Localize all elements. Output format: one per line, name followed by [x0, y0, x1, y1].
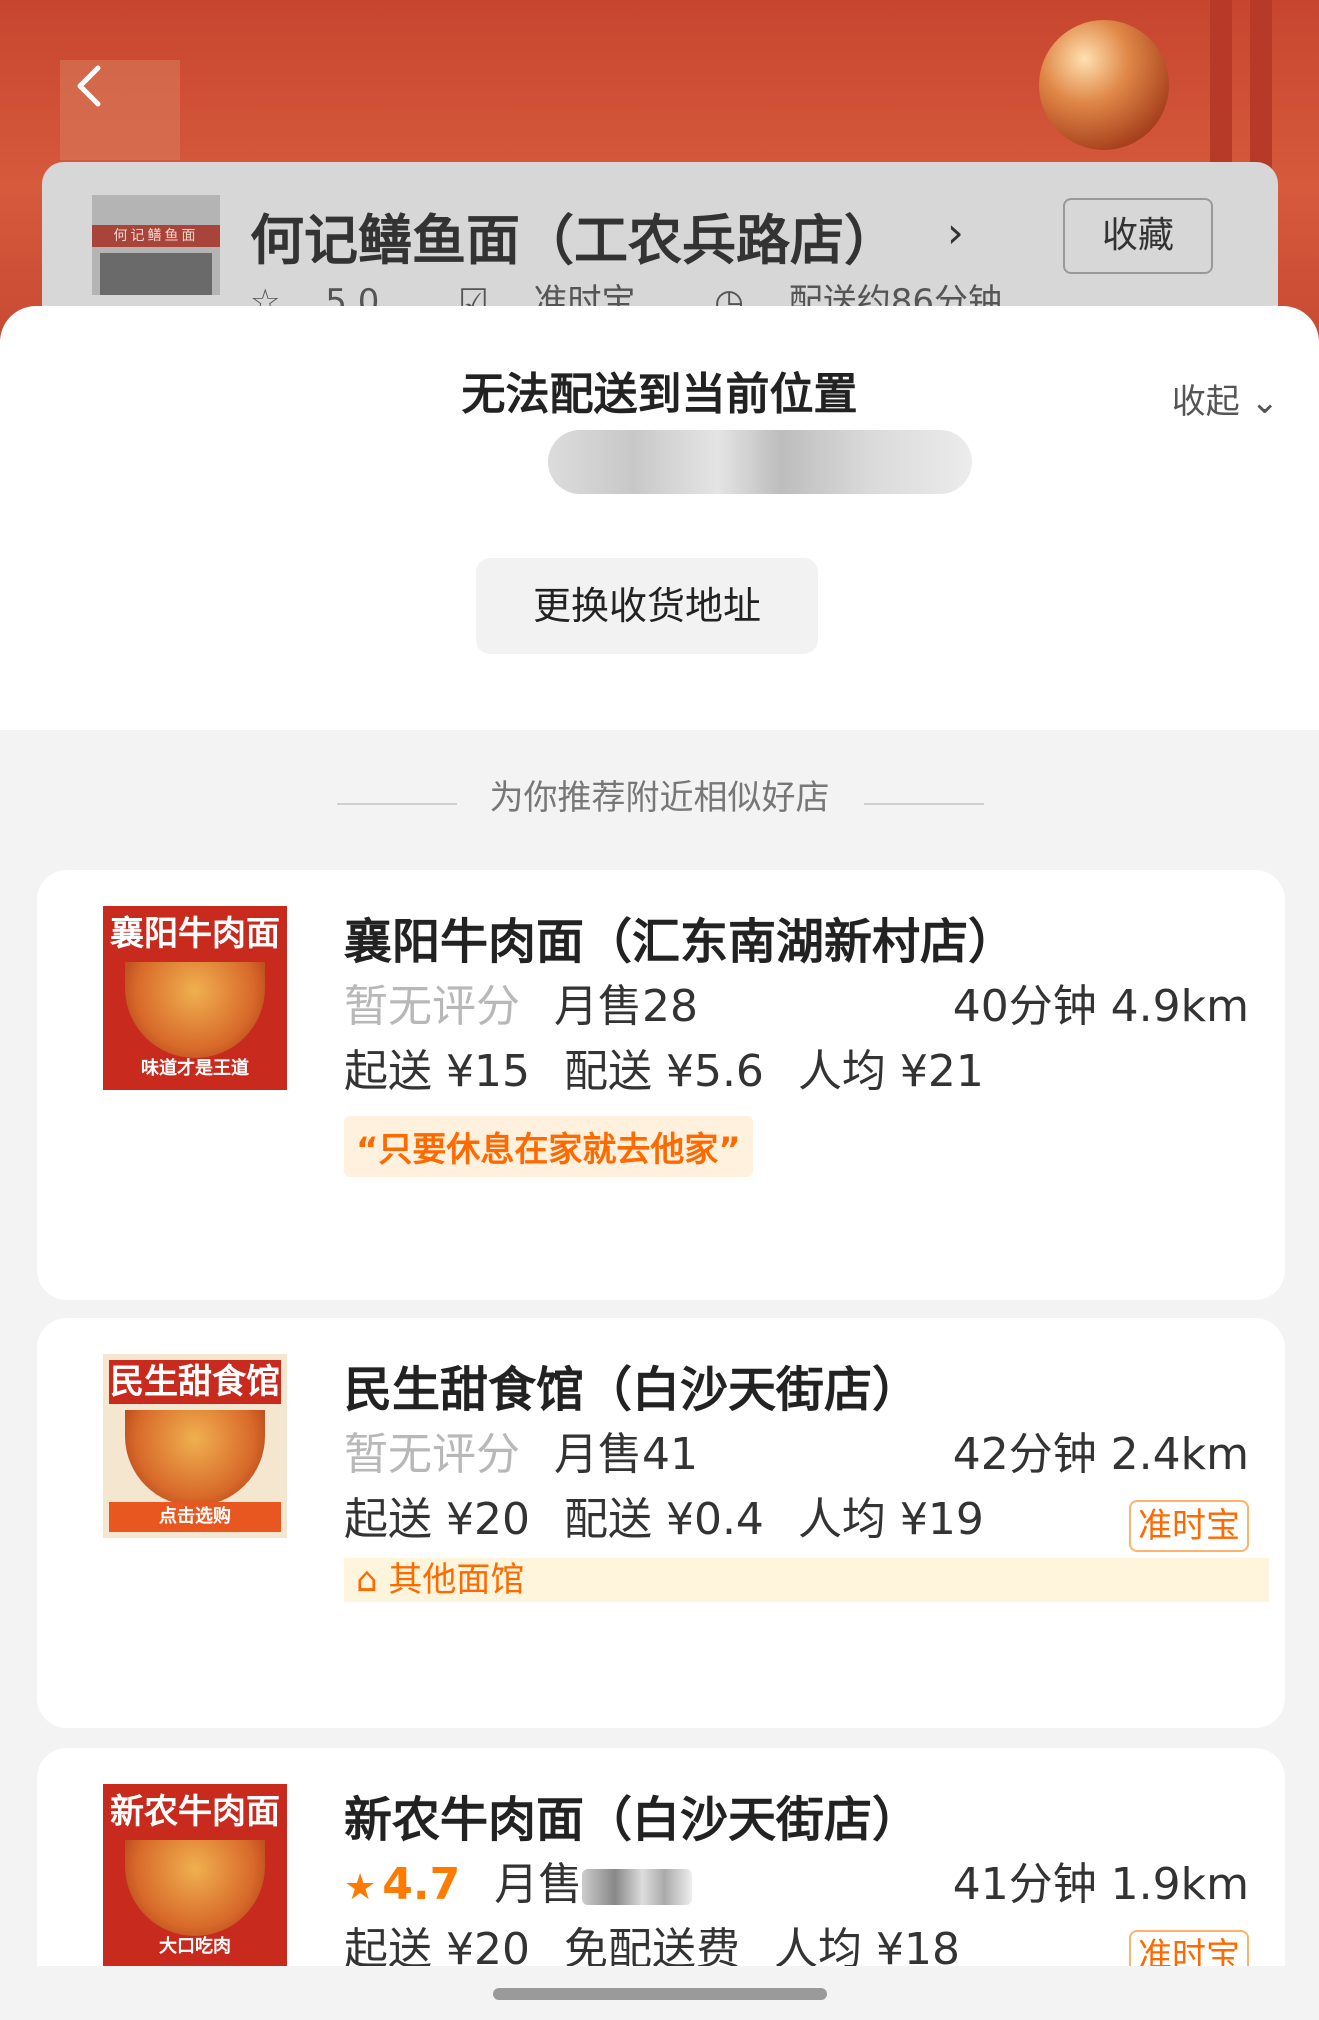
shop-min-order: 起送 ¥15: [344, 1046, 530, 1097]
shop-thumbnail[interactable]: 襄阳牛肉面 味道才是王道: [103, 906, 287, 1090]
divider-line: [864, 803, 984, 805]
shop-monthly-sales: 月售41: [554, 1429, 698, 1480]
shop-per-capita: 人均 ¥19: [797, 1494, 984, 1545]
shop-name[interactable]: 襄阳牛肉面（汇东南湖新村店）: [344, 902, 1016, 972]
shop-category-tag: ⌂ 其他面馆: [344, 1558, 1269, 1602]
favorite-button[interactable]: 收藏: [1063, 198, 1213, 274]
shop-price-row: 起送 ¥15 配送 ¥5.6 人均 ¥21: [344, 1035, 984, 1099]
blurred-sales-count: [582, 1869, 693, 1905]
noodle-bowl-image: [125, 1840, 265, 1936]
decoration-stripe: [1210, 0, 1232, 180]
recommend-heading: 为你推荐附近相似好店: [489, 778, 830, 818]
shop-thumbnail[interactable]: 新农牛肉面 大口吃肉: [103, 1784, 287, 1968]
shop-card[interactable]: 民生甜食馆 点击选购 民生甜食馆（白沙天街店） 暂无评分 月售41 42分钟 2…: [37, 1318, 1285, 1728]
noodle-bowl-image: [125, 962, 265, 1058]
blurred-address: [548, 430, 972, 494]
shop-icon: ⌂: [356, 1560, 378, 1600]
shop-thumb-title: 民生甜食馆: [109, 1360, 281, 1404]
star-filled-icon: ★: [344, 1867, 377, 1908]
shop-per-capita: 人均 ¥21: [797, 1046, 984, 1097]
store-name[interactable]: 何记鳝鱼面（工农兵路店）: [250, 196, 898, 275]
home-indicator[interactable]: [493, 1988, 827, 2000]
shop-time-distance: 42分钟 2.4km: [952, 1429, 1249, 1480]
shop-thumb-sub: 点击选购: [109, 1502, 281, 1532]
shop-card[interactable]: 襄阳牛肉面 味道才是王道 襄阳牛肉面（汇东南湖新村店） 暂无评分 月售28 40…: [37, 870, 1285, 1300]
shop-delivery-fee: 配送 ¥0.4: [563, 1494, 764, 1545]
ontime-badge: 准时宝: [1129, 1500, 1249, 1552]
shop-rating: 4.7: [382, 1859, 461, 1910]
shop-thumb-sub: 大口吃肉: [159, 1936, 231, 1957]
shop-price-row: 起送 ¥20 配送 ¥0.4 人均 ¥19: [344, 1483, 984, 1547]
shop-rating-row: 暂无评分 月售28: [344, 970, 698, 1034]
back-icon[interactable]: [68, 62, 116, 110]
delivery-unavailable-sheet: 无法配送到当前位置 收起 ⌄ 更换收货地址: [0, 306, 1319, 730]
shop-thumbnail[interactable]: 民生甜食馆 点击选购: [103, 1354, 287, 1538]
shop-rating-row: 暂无评分 月售41: [344, 1418, 698, 1482]
shop-thumb-title: 新农牛肉面: [110, 1792, 280, 1832]
shop-delivery-fee: 配送 ¥5.6: [563, 1046, 764, 1097]
shop-time-distance: 41分钟 1.9km: [952, 1859, 1249, 1910]
decoration-ornament: [1039, 20, 1169, 150]
shop-name[interactable]: 新农牛肉面（白沙天街店）: [344, 1780, 920, 1850]
chevron-right-icon[interactable]: ›: [947, 208, 964, 257]
shop-monthly-sales: 月售: [494, 1859, 583, 1910]
shop-name[interactable]: 民生甜食馆（白沙天街店）: [344, 1350, 920, 1420]
shop-rating-row: ★ 4.7 月售: [344, 1848, 693, 1912]
shop-min-order: 起送 ¥20: [344, 1494, 530, 1545]
shop-thumb-sub: 味道才是王道: [141, 1058, 249, 1079]
shop-category: 其他面馆: [388, 1560, 525, 1600]
shop-monthly-sales: 月售28: [554, 981, 698, 1032]
store-thumb-sign: 何记鳝鱼面: [92, 225, 220, 247]
sheet-title: 无法配送到当前位置: [461, 369, 858, 420]
collapse-button[interactable]: 收起 ⌄: [1172, 374, 1279, 423]
store-thumbnail[interactable]: 何记鳝鱼面: [92, 195, 220, 295]
change-address-button[interactable]: 更换收货地址: [476, 558, 818, 654]
shop-review-tag: “只要休息在家就去他家”: [344, 1116, 753, 1177]
shop-time-distance: 40分钟 4.9km: [952, 981, 1249, 1032]
shop-rating-text: 暂无评分: [344, 1429, 520, 1480]
shop-thumb-title: 襄阳牛肉面: [110, 914, 280, 954]
decoration-stripe: [1250, 0, 1272, 180]
noodle-bowl-image: [125, 1410, 265, 1506]
shop-rating-text: 暂无评分: [344, 981, 520, 1032]
store-thumb-door: [100, 253, 212, 295]
